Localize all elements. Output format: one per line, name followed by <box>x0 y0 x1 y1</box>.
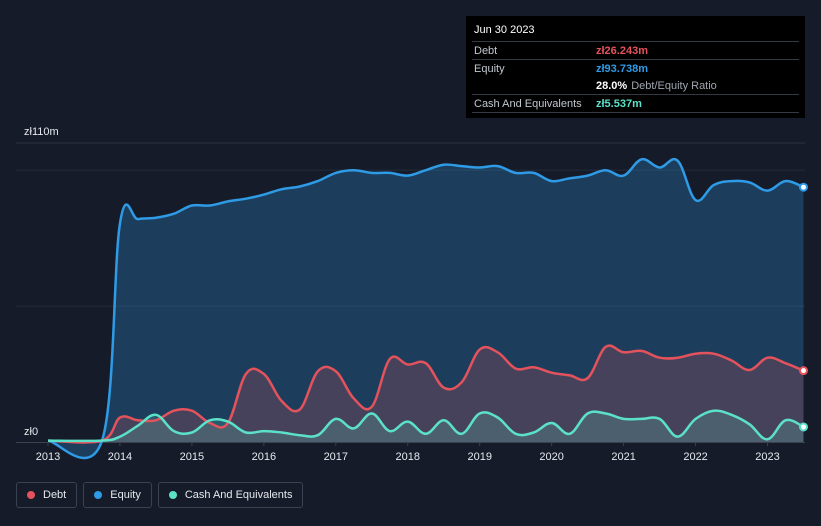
legend-cash-label: Cash And Equivalents <box>184 489 293 501</box>
equity-dot-icon <box>94 491 103 499</box>
equity-end-marker <box>799 182 808 192</box>
tooltip-date: Jun 30 2023 <box>472 16 799 42</box>
tooltip-equity-label: Equity <box>474 62 505 75</box>
legend-equity-label: Equity <box>110 489 141 501</box>
tooltip-debt-value: zł26.243m <box>596 44 648 57</box>
x-tick-label: 2016 <box>252 451 276 463</box>
x-tick-label: 2017 <box>324 451 348 463</box>
tooltip-panel: Jun 30 2023 Debt zł26.243m Equity zł93.7… <box>466 16 805 118</box>
x-tick-label: 2022 <box>683 451 707 463</box>
legend-item-equity[interactable]: Equity <box>83 482 152 508</box>
cash-dot-icon <box>168 491 177 499</box>
tooltip-equity-value: zł93.738m <box>596 62 648 75</box>
x-axis-ticks: 2013 2014 2015 2016 2017 2018 2019 2020 2021 2022… <box>36 442 780 463</box>
tooltip-ratio-row: 28.0% Debt/Equity Ratio <box>472 77 799 95</box>
legend-debt-label: Debt <box>43 489 67 501</box>
x-tick-label: 2021 <box>611 451 635 463</box>
x-tick-label: 2014 <box>108 451 132 463</box>
tooltip-ratio-label: Debt/Equity Ratio <box>631 79 717 92</box>
tooltip-ratio-value: 28.0% <box>596 79 628 92</box>
debt-end-marker <box>799 366 808 376</box>
tooltip-cash-value: zł5.537m <box>596 97 642 110</box>
x-tick-label: 2018 <box>396 451 420 463</box>
tooltip-cash-row: Cash And Equivalents zł5.537m <box>472 95 799 113</box>
tooltip-debt-row: Debt zł26.243m <box>472 42 799 60</box>
legend-item-debt[interactable]: Debt <box>16 482 78 508</box>
tooltip-equity-row: Equity zł93.738m <box>472 60 799 77</box>
x-tick-label: 2019 <box>467 451 491 463</box>
series-areas <box>48 159 804 459</box>
legend: Debt Equity Cash And Equivalents <box>16 482 304 508</box>
x-tick-label: 2015 <box>180 451 204 463</box>
x-tick-label: 2020 <box>539 451 563 463</box>
tooltip-cash-label: Cash And Equivalents <box>474 97 582 110</box>
x-tick-label: 2013 <box>36 451 60 463</box>
y-axis-top-label: zł110m <box>24 126 59 138</box>
legend-item-cash[interactable]: Cash And Equivalents <box>157 482 304 508</box>
tooltip-debt-label: Debt <box>474 44 498 57</box>
debt-dot-icon <box>27 491 35 499</box>
cash-and-equivalents-end-marker <box>799 422 808 432</box>
y-axis-zero-label: zł0 <box>24 426 38 438</box>
x-tick-label: 2023 <box>755 451 779 463</box>
